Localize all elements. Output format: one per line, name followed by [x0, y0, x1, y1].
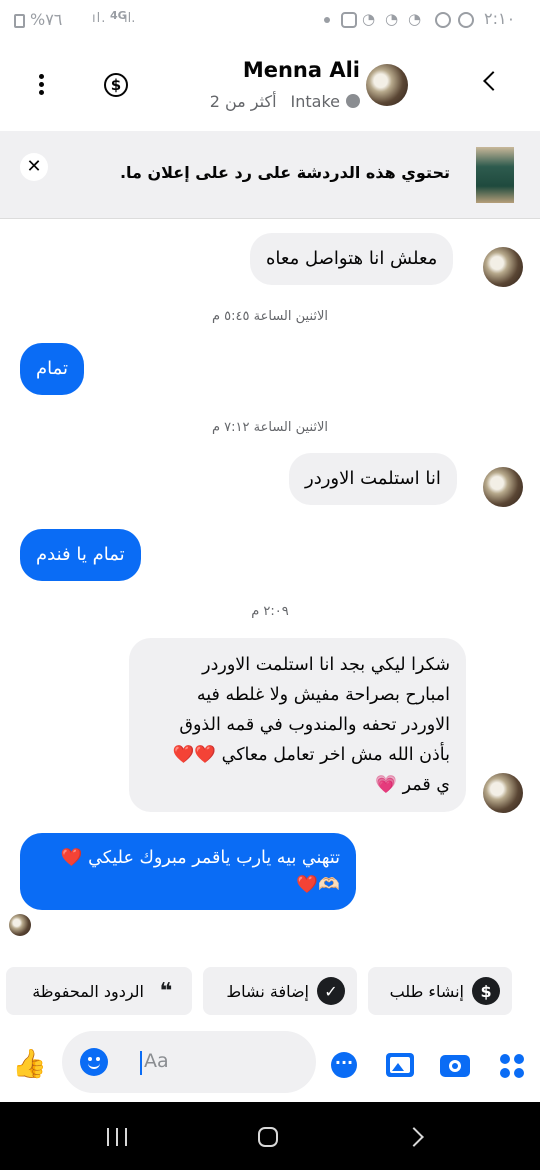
create-order-chip[interactable]: $ إنشاء طلب	[368, 967, 512, 1015]
contact-avatar-small	[483, 773, 523, 813]
add-activity-chip[interactable]: ✓ إضافة نشاط	[203, 967, 357, 1015]
system-nav-bar	[0, 1102, 540, 1170]
outgoing-message-long[interactable]: تتهني بيه يارب ياقمر مبروك عليكي ❤️ 🫶🏻❤️	[20, 833, 356, 910]
message-line: بأذن الله مش اخر تعامل معاكي ❤️❤️	[172, 745, 450, 765]
back-arrow-icon[interactable]	[483, 71, 503, 91]
battery-icon	[14, 14, 25, 28]
ad-reply-banner: ✕ تحتوي هذه الدردشة على رد على إعلان ما.	[0, 131, 540, 219]
contact-name[interactable]: Menna Ali	[200, 58, 360, 82]
chat-header: $ Menna Ali أكثر من 2 Intake	[0, 40, 540, 130]
status-bar: %٧٦ ıl. 4G ıl. ٢:١٠ ◔ ◔ ◔	[0, 0, 540, 40]
chip-label: الردود المحفوظة	[32, 981, 144, 1001]
back-icon[interactable]	[404, 1127, 424, 1147]
contact-avatar[interactable]	[366, 64, 408, 106]
message-line: شكرا ليكي بجد انا استلمت الاوردر	[202, 655, 450, 675]
snapchat-icon-2: ◔	[385, 10, 399, 28]
saved-replies-chip[interactable]: ❝ الردود المحفوظة	[6, 967, 192, 1015]
whatsapp-icon	[458, 12, 474, 28]
messenger-icon	[435, 12, 451, 28]
banner-text: تحتوي هذه الدردشة على رد على إعلان ما.	[119, 163, 450, 182]
chat-bubbles-icon: ❝	[159, 978, 173, 1004]
ad-thumbnail[interactable]	[476, 147, 514, 203]
incoming-message[interactable]: انا استلمت الاوردر	[289, 453, 457, 505]
contact-subtitle: أكثر من 2 Intake	[200, 90, 360, 112]
timestamp: ٢:٠٩ م	[251, 604, 289, 619]
home-icon[interactable]	[258, 1127, 278, 1147]
message-line: تتهني بيه يارب ياقمر مبروك عليكي ❤️	[60, 848, 340, 868]
text-cursor	[140, 1051, 142, 1075]
saved-replies-icon[interactable]: ···	[331, 1052, 357, 1078]
close-icon[interactable]: ✕	[20, 153, 48, 181]
incoming-message-long[interactable]: شكرا ليكي بجد انا استلمت الاوردر امبارح …	[129, 638, 466, 812]
message-input[interactable]: Aa	[62, 1031, 316, 1093]
dollar-icon[interactable]: $	[104, 73, 128, 97]
contact-avatar-small	[483, 467, 523, 507]
camera-icon[interactable]	[440, 1055, 470, 1077]
timestamp: الاثنين الساعة ٧:١٢ م	[211, 420, 329, 435]
recent-apps-icon[interactable]	[107, 1128, 129, 1146]
chip-label: إضافة نشاط	[226, 981, 309, 1001]
instagram-icon	[341, 12, 357, 28]
like-icon[interactable]: 👍	[12, 1048, 47, 1080]
age-label: أكثر من 2	[209, 91, 277, 111]
message-line: 🫶🏻❤️	[296, 875, 340, 895]
signal-icon-2: ıl.	[124, 11, 136, 26]
contact-avatar-small	[483, 247, 523, 287]
outgoing-message[interactable]: تمام يا فندم	[20, 529, 141, 581]
snapchat-icon: ◔	[408, 10, 422, 28]
status-dot-icon	[346, 94, 360, 108]
message-line: الاوردر تحفه والمندوب في قمه الذوق	[179, 715, 450, 735]
signal-icon: ıl.	[92, 11, 107, 26]
more-apps-icon[interactable]	[498, 1052, 526, 1080]
input-placeholder: Aa	[144, 1050, 169, 1072]
emoji-icon[interactable]	[80, 1048, 108, 1076]
check-icon: ✓	[317, 977, 345, 1005]
dollar-icon: $	[472, 977, 500, 1005]
message-line: ي قمر 💗	[375, 775, 450, 795]
status-label: Intake	[290, 91, 340, 111]
clock: ٢:١٠	[484, 9, 516, 28]
more-options-icon[interactable]	[32, 72, 52, 98]
incoming-message[interactable]: معلش انا هتواصل معاه	[250, 233, 454, 285]
outgoing-message[interactable]: تمام	[20, 343, 85, 395]
battery-level: %٧٦	[30, 10, 63, 29]
message-line: امبارح بصراحة مفيش ولا غلطه فيه	[196, 685, 450, 705]
read-receipt-avatar	[9, 914, 31, 936]
snapchat-icon-3: ◔	[362, 10, 376, 28]
notification-dot-icon	[324, 17, 330, 23]
timestamp: الاثنين الساعة ٥:٤٥ م	[211, 309, 329, 324]
gallery-icon[interactable]	[386, 1053, 414, 1077]
chip-label: إنشاء طلب	[389, 981, 464, 1001]
